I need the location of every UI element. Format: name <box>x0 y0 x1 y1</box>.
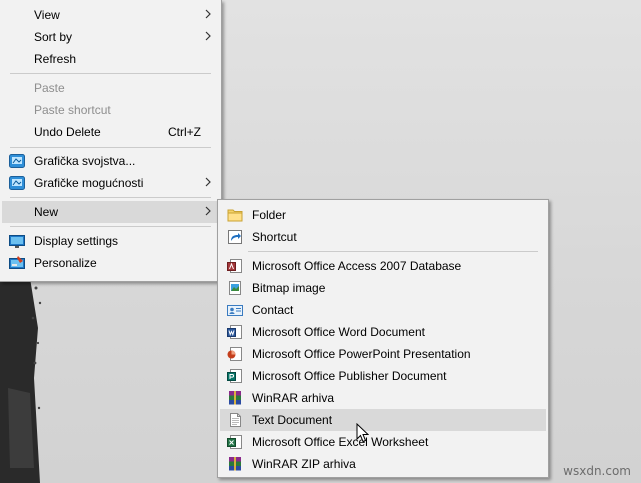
menu-item-label: View <box>34 8 60 22</box>
powerpoint-icon <box>227 347 242 361</box>
menu-item-label: Grafička svojstva... <box>34 154 136 168</box>
menu-item-label: New <box>34 205 59 219</box>
submenu-item-contact[interactable]: Contact <box>220 299 546 321</box>
menu-item-label: Text Document <box>252 413 333 427</box>
shortcut-icon <box>228 230 242 244</box>
submenu-item-bitmap-image[interactable]: Bitmap image <box>220 277 546 299</box>
menu-item-label: Folder <box>252 208 287 222</box>
submenu-item-word-document[interactable]: Microsoft Office Word Document <box>220 321 546 343</box>
menu-item-paste-shortcut[interactable]: Paste shortcut <box>2 99 219 121</box>
menu-item-label: Paste shortcut <box>34 103 111 117</box>
menu-item-shortcut: Ctrl+Z <box>168 125 201 139</box>
menu-item-graphics-properties[interactable]: Grafička svojstva... <box>2 150 219 172</box>
menu-item-graphics-options[interactable]: Grafičke mogućnosti <box>2 172 219 194</box>
menu-item-refresh[interactable]: Refresh <box>2 48 219 70</box>
submenu-item-access-database[interactable]: Microsoft Office Access 2007 Database <box>220 255 546 277</box>
menu-item-label: Shortcut <box>252 230 297 244</box>
menu-separator <box>10 73 211 74</box>
publisher-icon <box>227 369 242 383</box>
site-watermark: wsxdn.com <box>563 464 631 478</box>
menu-item-label: Display settings <box>34 234 119 248</box>
desktop-context-menu: View Sort by Refresh Paste Paste shortcu… <box>0 0 222 282</box>
menu-item-view[interactable]: View <box>2 4 219 26</box>
menu-item-new[interactable]: New <box>2 201 219 223</box>
winrar-archive-icon <box>229 391 241 405</box>
menu-item-label: Microsoft Office PowerPoint Presentation <box>252 347 471 361</box>
menu-separator <box>10 197 211 198</box>
menu-item-label: WinRAR ZIP arhiva <box>252 457 356 471</box>
winrar-zip-icon <box>229 457 241 471</box>
menu-item-label: Sort by <box>34 30 73 44</box>
submenu-item-text-document[interactable]: Text Document <box>220 409 546 431</box>
submenu-item-shortcut[interactable]: Shortcut <box>220 226 546 248</box>
menu-item-label: Microsoft Office Excel Worksheet <box>252 435 429 449</box>
new-submenu: Folder Shortcut Microsoft Office Access … <box>217 199 549 478</box>
menu-item-label: Bitmap image <box>252 281 326 295</box>
graphics-options-icon <box>9 176 25 190</box>
menu-item-label: Personalize <box>34 256 97 270</box>
word-document-icon <box>227 325 242 339</box>
menu-item-label: Contact <box>252 303 294 317</box>
submenu-item-publisher-document[interactable]: Microsoft Office Publisher Document <box>220 365 546 387</box>
submenu-item-folder[interactable]: Folder <box>220 204 546 226</box>
folder-icon <box>227 209 243 222</box>
menu-item-label: Microsoft Office Publisher Document <box>252 369 447 383</box>
menu-item-label: Refresh <box>34 52 77 66</box>
menu-item-sort-by[interactable]: Sort by <box>2 26 219 48</box>
personalize-icon <box>9 256 25 269</box>
chevron-right-icon <box>205 31 211 41</box>
menu-item-paste[interactable]: Paste <box>2 77 219 99</box>
menu-separator <box>10 226 211 227</box>
display-settings-icon <box>9 235 25 248</box>
menu-item-label: Microsoft Office Access 2007 Database <box>252 259 462 273</box>
graphics-properties-icon <box>9 154 25 168</box>
submenu-item-excel-worksheet[interactable]: Microsoft Office Excel Worksheet <box>220 431 546 453</box>
text-document-icon <box>230 413 241 427</box>
menu-item-personalize[interactable]: Personalize <box>2 252 219 274</box>
menu-separator <box>248 251 538 252</box>
submenu-item-winrar-archive[interactable]: WinRAR arhiva <box>220 387 546 409</box>
menu-item-label: Paste <box>34 81 65 95</box>
mouse-cursor-icon <box>356 423 369 443</box>
menu-item-undo-delete[interactable]: Undo Delete Ctrl+Z <box>2 121 219 143</box>
menu-item-label: Microsoft Office Word Document <box>252 325 425 339</box>
chevron-right-icon <box>205 206 211 216</box>
menu-item-label: WinRAR arhiva <box>252 391 335 405</box>
wallpaper-figure <box>0 268 42 483</box>
excel-icon <box>227 435 242 449</box>
chevron-right-icon <box>205 177 211 187</box>
contact-icon <box>227 305 243 316</box>
menu-item-label: Undo Delete <box>34 125 101 139</box>
bitmap-icon <box>229 281 241 295</box>
menu-item-display-settings[interactable]: Display settings <box>2 230 219 252</box>
submenu-item-powerpoint-presentation[interactable]: Microsoft Office PowerPoint Presentation <box>220 343 546 365</box>
menu-separator <box>10 147 211 148</box>
chevron-right-icon <box>205 9 211 19</box>
submenu-item-winrar-zip-archive[interactable]: WinRAR ZIP arhiva <box>220 453 546 475</box>
access-database-icon <box>227 259 242 273</box>
menu-item-label: Grafičke mogućnosti <box>34 176 144 190</box>
